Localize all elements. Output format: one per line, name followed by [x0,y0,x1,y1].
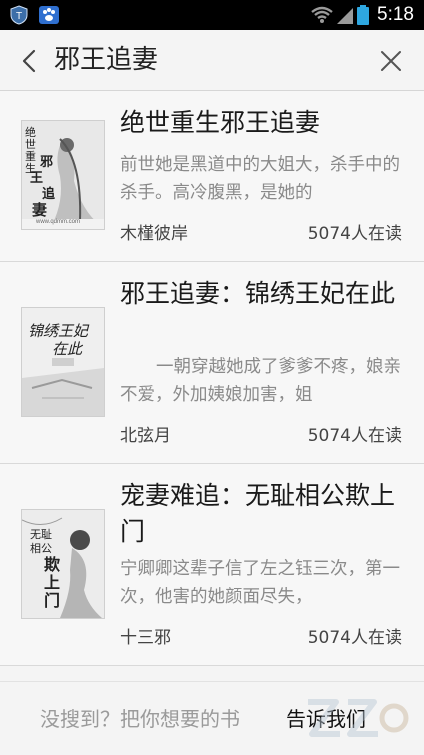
book-description: 前世她是黑道中的大姐大，杀手中的杀手。高冷腹黑，是她的 [120,155,400,203]
screen: T 5:18 邪王追妻 绝世重生 邪 王 追 妻 www.qdmm.com 绝世… [0,0,424,755]
book-description: 一朝穿越她成了爹爹不疼，娘亲不爱，外加姨娘加害，姐 [120,357,401,405]
reader-count: 5074人在读 [307,224,402,244]
book-result-item[interactable]: 绝世重生 邪 王 追 妻 www.qdmm.com 绝世重生邪王追妻 前世她是黑… [0,91,424,262]
signal-icon [337,8,353,24]
book-description: 宁卿卿这辈子信了左之钰三次，第一次，他害的她颜面尽失， [120,559,400,607]
search-results-list: 绝世重生 邪 王 追 妻 www.qdmm.com 绝世重生邪王追妻 前世她是黑… [0,91,424,666]
book-cover: 无耻 相公 欺上门 [22,510,104,618]
book-cover: 绝世重生 邪 王 追 妻 www.qdmm.com [22,121,104,229]
wifi-icon [311,6,333,23]
svg-text:T: T [16,11,22,22]
battery-icon [357,5,369,25]
book-result-item[interactable]: 无耻 相公 欺上门 宠妻难追：无耻相公欺上门 宁卿卿这辈子信了左之钰三次，第一次… [0,464,424,666]
cover-char: 妻 [32,201,48,219]
book-author: 木槿彼岸 [120,224,188,244]
cover-title-text: 欺上门 [44,555,61,610]
feedback-footer: 没搜到？把你想要的书 告诉我们 [0,681,424,755]
back-arrow-icon[interactable] [20,48,38,74]
cover-title-text: 相公 [30,542,52,555]
search-query-input[interactable]: 邪王追妻 [54,42,158,78]
cover-subtitle-text: 在此 [52,340,83,358]
reader-count: 5074人在读 [307,628,402,648]
status-time: 5:18 [377,4,414,25]
cover-site-text: www.qdmm.com [36,219,81,225]
status-bar: T 5:18 [0,0,424,30]
book-author: 北弦月 [120,426,171,446]
reader-count: 5074人在读 [307,426,402,446]
watermark-logo-icon [308,699,409,737]
baidu-paw-icon [39,6,59,24]
close-icon[interactable] [380,50,402,72]
book-result-item[interactable]: 锦绣王妃 在此 邪王追妻：锦绣王妃在此 一朝穿越她成了爹爹不疼，娘亲不爱，外加姨… [0,262,424,464]
book-title: 绝世重生邪王追妻 [120,108,321,137]
book-cover: 锦绣王妃 在此 [22,308,104,416]
book-title: 邪王追妻：锦绣王妃在此 [120,279,396,308]
search-header: 邪王追妻 [0,30,424,91]
book-author: 十三邪 [120,628,171,648]
feedback-prompt-text: 没搜到？把你想要的书 [40,707,240,731]
shield-notification-icon: T [10,5,28,25]
book-title: 宠妻难追：无耻相公欺上门 [120,481,396,546]
